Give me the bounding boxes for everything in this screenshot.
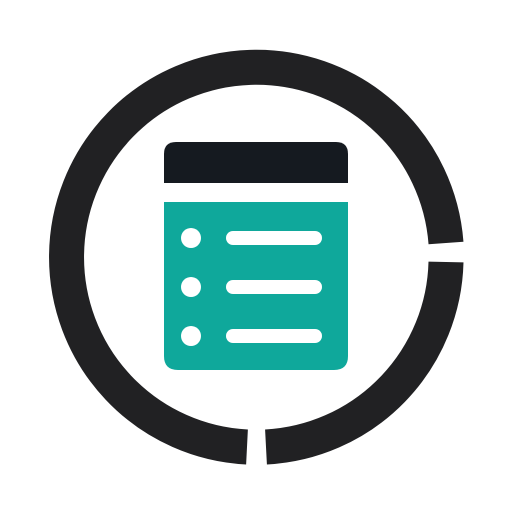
list-document-icon	[49, 49, 464, 465]
list-line	[226, 329, 322, 343]
document-icon	[164, 142, 348, 370]
icon-canvas	[0, 0, 512, 512]
list-bullet	[181, 228, 201, 248]
list-bullet	[181, 277, 201, 297]
list-line	[226, 231, 322, 245]
document-header	[164, 142, 348, 183]
list-line	[226, 280, 322, 294]
list-bullet	[181, 326, 201, 346]
